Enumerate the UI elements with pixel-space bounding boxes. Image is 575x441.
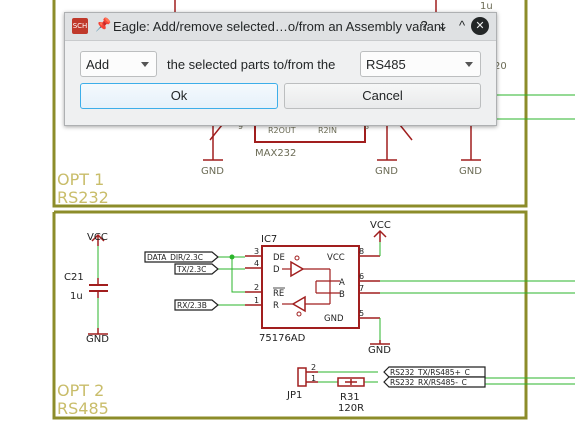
sheet-label-rs232: RS232 <box>57 188 109 207</box>
dialog-instruction-text: the selected parts to/from the <box>167 57 336 72</box>
net-label-text: TX/2.3C <box>176 265 206 274</box>
vcc-symbol <box>91 229 387 246</box>
assembly-variant-dialog: SCH 📌 Eagle: Add/remove selected…o/from … <box>64 12 497 126</box>
pin-label-de: DE <box>273 253 285 263</box>
sheet-label-rs485: RS485 <box>57 399 109 418</box>
net-label-rs232-tx[interactable]: RS232_TX/RS485+_C <box>383 366 486 378</box>
pin-label-r: R <box>273 301 279 311</box>
resistor-r31[interactable] <box>337 377 365 387</box>
net-label-rs232-rx[interactable]: RS232_RX/RS485-_C <box>383 376 486 388</box>
pin-label-b: B <box>339 290 345 300</box>
vcc-label: VCC <box>370 220 391 231</box>
maximize-button[interactable]: ^ <box>453 17 471 35</box>
sheet-label-opt1: OPT 1 <box>57 170 104 189</box>
cancel-button[interactable]: Cancel <box>284 83 481 109</box>
ic-value-label: 75176AD <box>259 333 306 344</box>
net-label-data-dir[interactable]: DATA_DIR/2.3C <box>144 251 219 263</box>
pin-label-re: RE <box>273 289 284 299</box>
ok-button[interactable]: Ok <box>80 83 278 109</box>
vcc-label: VCC <box>87 232 108 243</box>
jp-name-label: JP1 <box>286 390 302 401</box>
gnd-label: GND <box>201 166 224 177</box>
gnd-label: GND <box>368 345 391 356</box>
help-button[interactable]: ? <box>415 17 433 35</box>
ic-name-label: IC7 <box>261 234 277 245</box>
eagle-schematic-icon: SCH <box>72 18 88 34</box>
net-label-rx[interactable]: RX/2.3B <box>174 299 219 311</box>
chevron-down-icon <box>141 62 149 67</box>
action-select[interactable]: Add <box>80 51 157 77</box>
pin-label-a: A <box>339 278 345 288</box>
sheet-label-opt2: OPT 2 <box>57 381 104 400</box>
pin-label-gnd: GND <box>324 314 344 324</box>
gnd-symbol <box>88 328 390 345</box>
capacitor-c21[interactable] <box>89 278 108 298</box>
junction-dot <box>229 254 235 260</box>
pin-label-d: D <box>273 265 280 275</box>
action-select-value: Add <box>86 57 110 72</box>
res-name-label: R31 <box>340 392 360 403</box>
pin-num-3: 3 <box>254 247 259 256</box>
ic7-part[interactable]: DE D RE R VCC A B GND 3 4 2 1 8 6 7 5 <box>245 245 380 329</box>
pin-num-4: 4 <box>254 259 259 268</box>
close-button[interactable]: ✕ <box>471 17 489 35</box>
collapse-button[interactable]: ⌄ <box>434 17 452 35</box>
pin-num-6: 6 <box>359 272 364 281</box>
net-label-text: RS232_RX/RS485-_C <box>390 378 467 387</box>
pin-num-5: 5 <box>359 309 364 318</box>
part-name-max232: MAX232 <box>255 148 296 159</box>
jp-pin-1: 1 <box>311 374 316 383</box>
net-label-tx[interactable]: TX/2.3C <box>174 263 219 275</box>
pin-num-7: 7 <box>359 284 364 293</box>
net-label-text: RS232_TX/RS485+_C <box>390 368 470 377</box>
pin-label-vcc: VCC <box>327 253 345 263</box>
pin-num-1: 1 <box>254 296 259 305</box>
net-label-text: RX/2.3B <box>177 301 207 310</box>
variant-select[interactable]: RS485 <box>360 51 481 77</box>
pin-label-r2out: R2OUT <box>268 126 296 135</box>
net-label-text: DATA_DIR/2.3C <box>147 253 203 262</box>
gnd-label: GND <box>375 166 398 177</box>
partial-value-label: 1u <box>480 1 493 12</box>
gnd-label: GND <box>459 166 482 177</box>
jp-pin-2: 2 <box>311 363 316 372</box>
pin-icon[interactable]: 📌 <box>95 17 111 33</box>
cap-value-label: 1u <box>70 291 83 302</box>
pin-num-2: 2 <box>254 283 259 292</box>
dialog-title: Eagle: Add/remove selected…o/from an Ass… <box>113 19 445 34</box>
gnd-label: GND <box>86 334 109 345</box>
dialog-titlebar[interactable]: SCH 📌 Eagle: Add/remove selected…o/from … <box>65 13 496 41</box>
pin-num-8: 8 <box>359 247 364 256</box>
cap-name-label: C21 <box>64 272 84 283</box>
variant-select-value: RS485 <box>366 57 406 72</box>
pin-label-r2in: R2IN <box>318 126 337 135</box>
chevron-down-icon <box>465 62 473 67</box>
res-value-label: 120R <box>338 403 364 414</box>
